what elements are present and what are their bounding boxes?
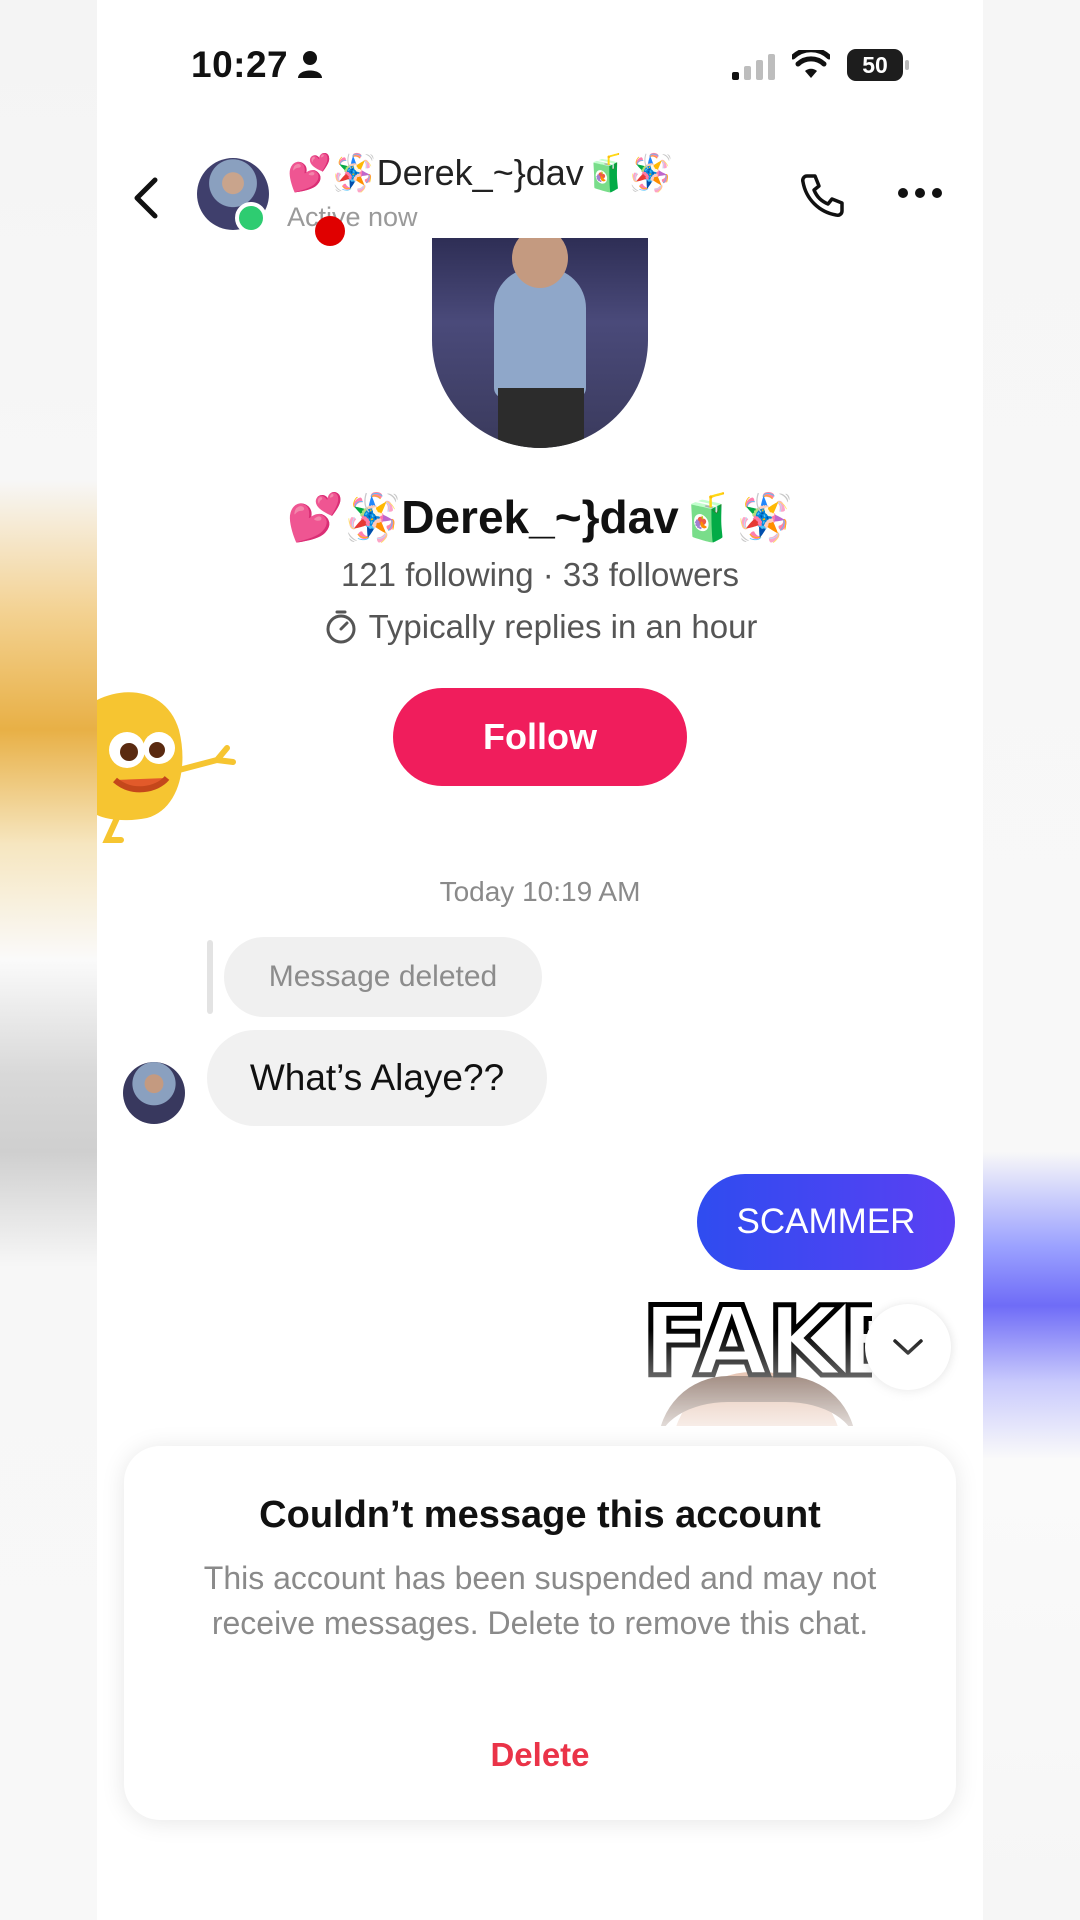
battery-indicator: 50 (847, 49, 909, 81)
timer-icon (326, 610, 356, 644)
more-options-icon[interactable] (897, 185, 943, 201)
chat-fade-overlay (97, 1330, 983, 1450)
received-message-bubble[interactable]: What’s Alaye?? (207, 1030, 547, 1126)
notice-body: This account has been suspended and may … (203, 1560, 877, 1641)
status-time: 10:27 (191, 44, 289, 85)
person-icon (298, 51, 322, 78)
phone-call-icon[interactable] (797, 170, 847, 220)
notice-title: Couldn’t message this account (259, 1494, 821, 1536)
profile-follow-stats: 121 following · 33 followers (340, 556, 740, 593)
deleted-message-bubble: Message deleted (224, 937, 542, 1017)
wifi-icon (792, 50, 830, 78)
profile-username: 💕🪅Derek_~}dav🧃🪅 (286, 491, 794, 543)
delete-chat-button[interactable]: Delete (124, 1736, 956, 1774)
follow-button[interactable]: Follow (393, 688, 687, 786)
red-annotation-dot (315, 216, 345, 246)
header-username[interactable]: 💕🪅Derek_~}dav🧃🪅 (287, 152, 673, 194)
online-status-dot (235, 202, 267, 234)
back-chevron-icon[interactable] (131, 176, 161, 220)
cellular-signal-icon (732, 54, 775, 80)
blurred-background-left (0, 0, 97, 1920)
header-active-status: Active now (287, 202, 418, 232)
chat-date-label: Today 10:19 AM (439, 876, 641, 907)
sent-message-bubble[interactable]: SCAMMER (697, 1174, 955, 1270)
reply-time-row: Typically replies in an hour (97, 608, 983, 646)
status-bar: 10:27 50 (97, 0, 983, 120)
mascot-sticker (97, 692, 236, 843)
suspended-account-notice: Couldn’t message this account This accou… (124, 1446, 956, 1820)
reply-quote-bar (207, 940, 213, 1014)
profile-photo[interactable] (432, 238, 648, 448)
chat-screen: 10:27 50 💕🪅Derek_~}dav🧃🪅 Active now 💕🪅De… (97, 0, 983, 1920)
sender-avatar[interactable] (123, 1062, 185, 1124)
reply-time-text: Typically replies in an hour (368, 608, 758, 645)
blurred-background-right (983, 0, 1080, 1920)
chat-header: 💕🪅Derek_~}dav🧃🪅 Active now (97, 140, 983, 250)
